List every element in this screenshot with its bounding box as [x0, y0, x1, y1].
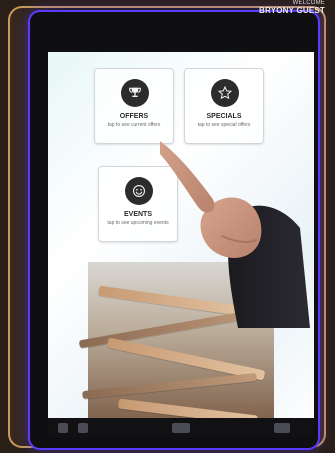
star-icon — [211, 79, 239, 107]
trophy-icon — [121, 79, 149, 107]
ceiling-beam — [82, 372, 257, 400]
welcome-label: WELCOME — [292, 0, 325, 6]
smiley-icon — [125, 177, 153, 205]
grid-icon[interactable] — [78, 423, 88, 433]
guest-name: BRYONY GUEST — [259, 6, 325, 15]
welcome-header: WELCOME BRYONY GUEST — [225, 0, 325, 15]
back-icon[interactable] — [274, 423, 290, 433]
bottom-bar — [48, 418, 314, 438]
pointing-hand — [160, 141, 310, 328]
home-icon[interactable] — [172, 423, 190, 433]
tile-offers-subtitle: tap to see current offers — [107, 122, 161, 128]
menu-icon[interactable] — [58, 423, 68, 433]
